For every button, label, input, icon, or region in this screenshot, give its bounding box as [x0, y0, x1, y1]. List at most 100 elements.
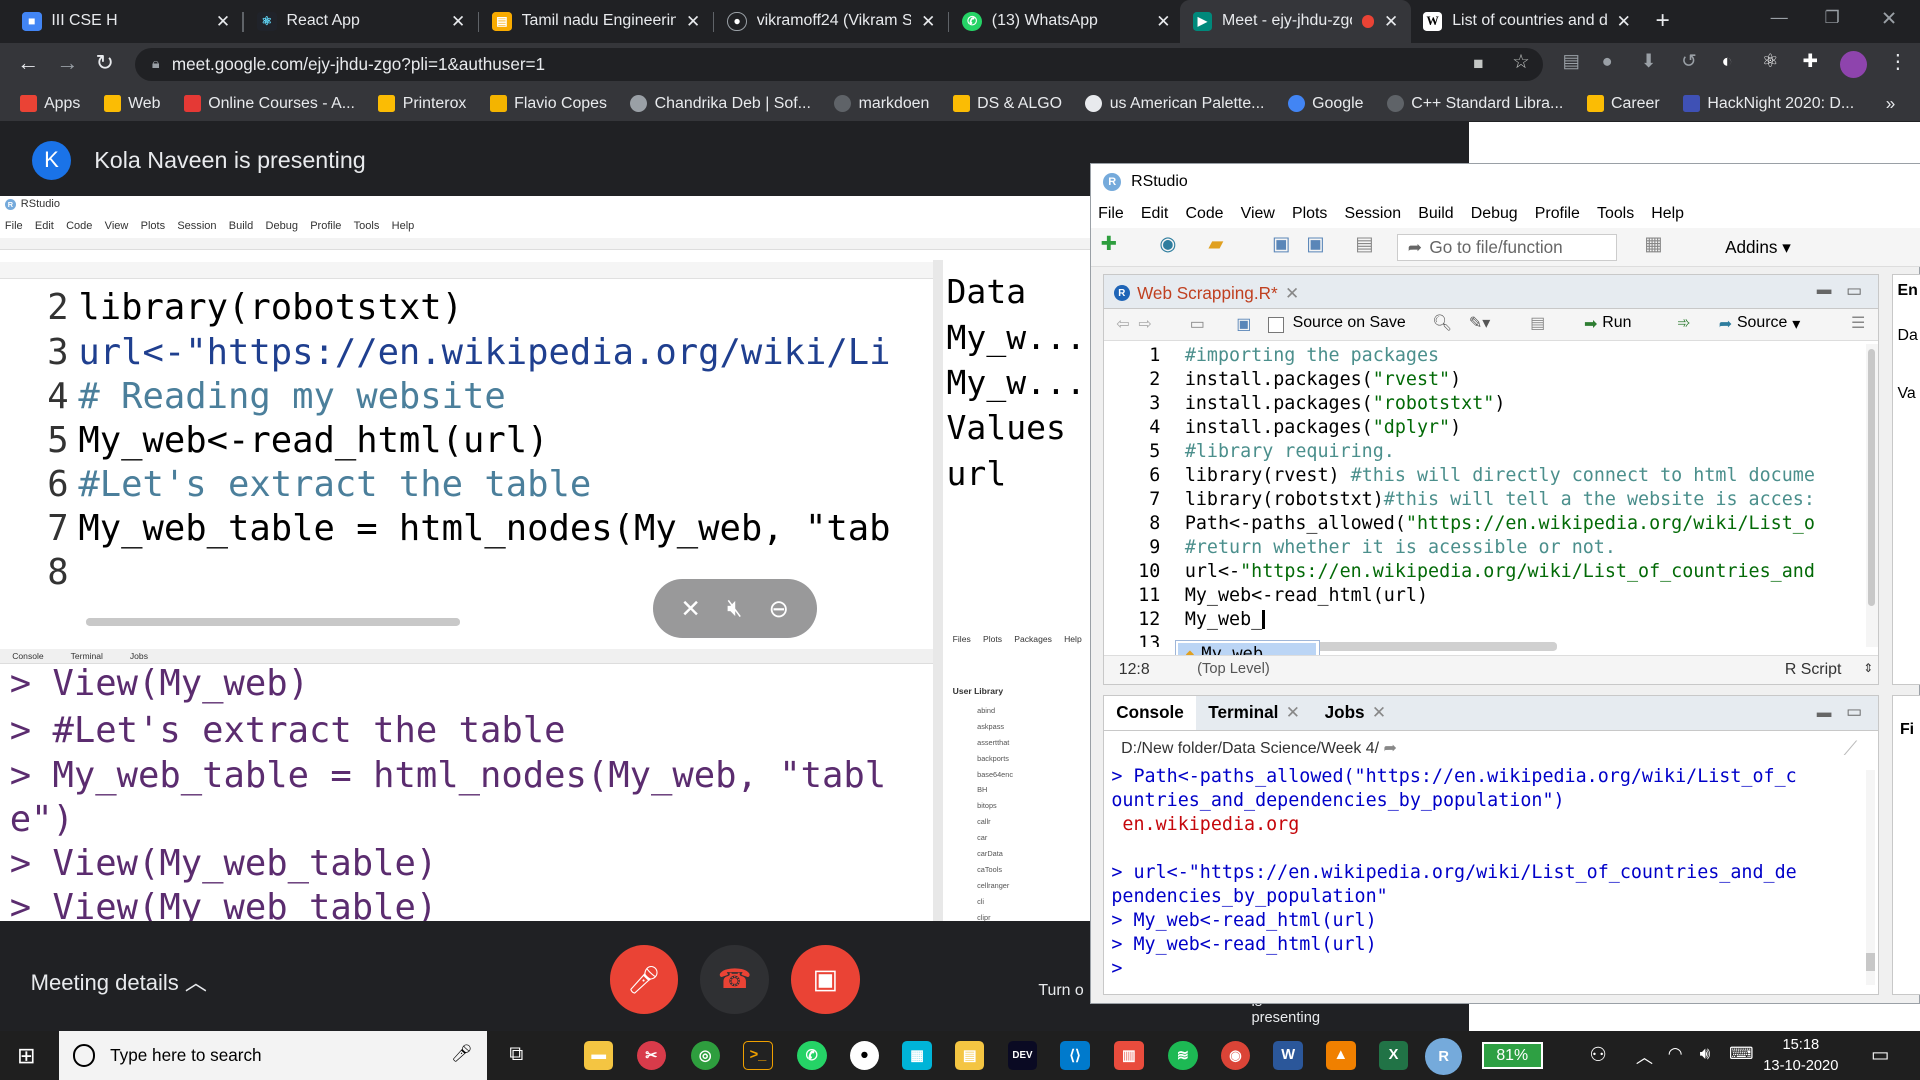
- code-line[interactable]: 13: [1104, 632, 1185, 647]
- notifications-icon[interactable]: ▭: [1871, 1043, 1890, 1067]
- meeting-details-button[interactable]: Meeting details ︿: [31, 965, 207, 997]
- taskbar-clock[interactable]: 15:18 13-10-2020: [1763, 1035, 1838, 1077]
- grid-icon[interactable]: ▦: [1644, 232, 1663, 256]
- bookmark-flavio-copes[interactable]: Flavio Copes: [489, 95, 607, 113]
- code-tools-icon[interactable]: ✎▾: [1469, 313, 1490, 333]
- back-nav-icon[interactable]: ⇦: [1116, 314, 1129, 334]
- file-explorer-icon[interactable]: ▬: [584, 1040, 614, 1071]
- compile-report-icon[interactable]: ▤: [1530, 313, 1545, 333]
- save-all-icon[interactable]: ▣: [1306, 232, 1325, 256]
- camera-off-button[interactable]: ▣: [791, 945, 860, 1014]
- code-line[interactable]: 12 My_web_: [1104, 608, 1265, 632]
- rstudio-taskbar-icon[interactable]: R: [1425, 1038, 1463, 1076]
- close-tab-icon[interactable]: ✕: [921, 11, 935, 32]
- word-icon[interactable]: W: [1273, 1040, 1303, 1071]
- maximize-pane-icon[interactable]: ▭: [1846, 701, 1862, 722]
- code-line[interactable]: 6 library(rvest) #this will directly conn…: [1104, 464, 1815, 488]
- editor-scrollbar[interactable]: [1865, 343, 1878, 648]
- bookmark-printerox[interactable]: Printerox: [378, 95, 466, 113]
- profile-avatar[interactable]: [1840, 51, 1868, 79]
- close-tab-icon[interactable]: ✕: [686, 11, 700, 32]
- addins-menu[interactable]: Addins ▾: [1725, 237, 1791, 258]
- files-tab[interactable]: Fi: [1893, 696, 1920, 738]
- battery-indicator[interactable]: 81%: [1481, 1042, 1543, 1069]
- clear-console-icon[interactable]: ⟋: [1844, 738, 1858, 761]
- scroll-thumb[interactable]: [1865, 953, 1876, 971]
- code-line[interactable]: 9 #return whether it is acessible or not.: [1104, 536, 1616, 560]
- forward-nav-icon[interactable]: ⇨: [1138, 314, 1151, 334]
- console-output[interactable]: > Path<-paths_allowed("https://en.wikipe…: [1111, 765, 1858, 981]
- extension-icon[interactable]: ●: [1602, 50, 1613, 72]
- sticky-notes-icon[interactable]: ▤: [955, 1040, 985, 1071]
- download-icon[interactable]: ⬇: [1641, 50, 1656, 72]
- close-tab-icon[interactable]: ✕: [1286, 702, 1300, 723]
- minimize-icon[interactable]: —: [1771, 7, 1788, 28]
- address-bar[interactable]: 🔒︎ meet.google.com/ejy-jhdu-zgo?pli=1&au…: [134, 47, 1543, 81]
- pin-off-icon[interactable]: ✕: [680, 594, 701, 624]
- terminal-icon[interactable]: >_: [743, 1040, 773, 1071]
- app-icon[interactable]: ▦: [902, 1040, 932, 1071]
- back-icon[interactable]: ←: [17, 50, 39, 76]
- menu-tools[interactable]: Tools: [1597, 205, 1634, 223]
- tab-github[interactable]: ● vikramoff24 (Vikram S) ✕: [715, 0, 948, 43]
- close-tab-icon[interactable]: ✕: [1372, 702, 1386, 723]
- source-on-save-checkbox[interactable]: [1268, 316, 1285, 333]
- minimize-pane-icon[interactable]: ▬: [1817, 282, 1832, 298]
- github-desktop-icon[interactable]: ●: [849, 1040, 880, 1071]
- bookmark-online-courses[interactable]: Online Courses - A...: [183, 95, 355, 113]
- remove-icon[interactable]: ⊖: [768, 594, 789, 624]
- tab-react-app[interactable]: ⚛ React App ✕: [245, 0, 478, 43]
- menu-build[interactable]: Build: [1418, 205, 1453, 223]
- task-view-icon[interactable]: ⧉: [509, 1043, 523, 1066]
- close-tab-icon[interactable]: ✕: [1384, 11, 1398, 32]
- maximize-icon[interactable]: ❐: [1825, 7, 1840, 28]
- taskbar-search-box[interactable]: Type here to search 🎤︎: [58, 1031, 488, 1080]
- menu-file[interactable]: File: [1098, 205, 1124, 223]
- wifi-icon[interactable]: ◠: [1668, 1043, 1683, 1064]
- mic-off-button[interactable]: 🎤︎: [609, 945, 679, 1014]
- bookmark-palette[interactable]: us American Palette...: [1085, 95, 1264, 113]
- maximize-pane-icon[interactable]: ▭: [1846, 280, 1862, 301]
- code-line[interactable]: 11 My_web<-read_html(url): [1104, 584, 1428, 608]
- console-scrollbar[interactable]: [1865, 769, 1876, 986]
- close-tab-icon[interactable]: ✕: [1285, 283, 1299, 304]
- calendar-icon[interactable]: ▥: [1114, 1040, 1144, 1071]
- tab-terminal[interactable]: Terminal ✕: [1196, 696, 1312, 730]
- menu-help[interactable]: Help: [1651, 205, 1684, 223]
- extension-docs-icon[interactable]: ▤: [1562, 50, 1579, 72]
- windows-start-icon[interactable]: ⊞: [17, 1043, 35, 1069]
- forward-icon[interactable]: →: [56, 50, 78, 76]
- search-icon[interactable]: 🔍︎: [1432, 313, 1452, 333]
- camera-icon[interactable]: ■: [1473, 53, 1483, 74]
- tab-jobs[interactable]: Jobs ✕: [1312, 696, 1398, 730]
- save-file-icon[interactable]: ▣: [1236, 314, 1251, 334]
- outline-icon[interactable]: ☰: [1851, 313, 1865, 333]
- save-icon[interactable]: ▣: [1272, 232, 1291, 256]
- file-tab[interactable]: R Web Scrapping.R* ✕: [1113, 280, 1299, 307]
- bookmark-cpp[interactable]: C++ Standard Libra...: [1386, 95, 1563, 113]
- print-icon[interactable]: ▤: [1355, 232, 1374, 256]
- chrome-icon[interactable]: ◉: [1220, 1040, 1251, 1071]
- menu-icon[interactable]: ⋮: [1888, 50, 1908, 74]
- history-icon[interactable]: ↺: [1681, 50, 1696, 72]
- new-tab-icon[interactable]: +: [1656, 7, 1670, 35]
- volume-icon[interactable]: 🔊︎: [1700, 1043, 1711, 1064]
- tab-meet[interactable]: ▶ Meet - ejy-jhdu-zgo ✕: [1180, 0, 1411, 43]
- menu-code[interactable]: Code: [1185, 205, 1223, 223]
- tab-tamil-nadu[interactable]: ▤ Tamil nadu Engineering ✕: [480, 0, 713, 43]
- code-line[interactable]: 8 Path<-paths_allowed("https://en.wikiped…: [1104, 512, 1815, 536]
- tab-console[interactable]: Console: [1104, 695, 1197, 731]
- new-project-icon[interactable]: ◉: [1159, 232, 1176, 256]
- vlc-icon[interactable]: ▲: [1326, 1040, 1356, 1071]
- go-to-directory-icon[interactable]: ➦: [1383, 740, 1396, 757]
- vscode-icon[interactable]: ⟨⟩: [1060, 1040, 1090, 1071]
- reload-icon[interactable]: ↻: [96, 50, 114, 76]
- spotify-icon[interactable]: ≋: [1168, 1040, 1198, 1071]
- star-icon[interactable]: ☆: [1512, 50, 1530, 74]
- bookmark-markdoen[interactable]: markdoen: [834, 95, 929, 113]
- close-window-icon[interactable]: ✕: [1881, 7, 1897, 31]
- code-line[interactable]: 5 #library requiring.: [1104, 440, 1395, 464]
- code-line[interactable]: 3 install.packages("robotstxt"): [1104, 392, 1505, 416]
- excel-icon[interactable]: X: [1378, 1040, 1409, 1071]
- snip-icon[interactable]: ✂: [636, 1040, 667, 1071]
